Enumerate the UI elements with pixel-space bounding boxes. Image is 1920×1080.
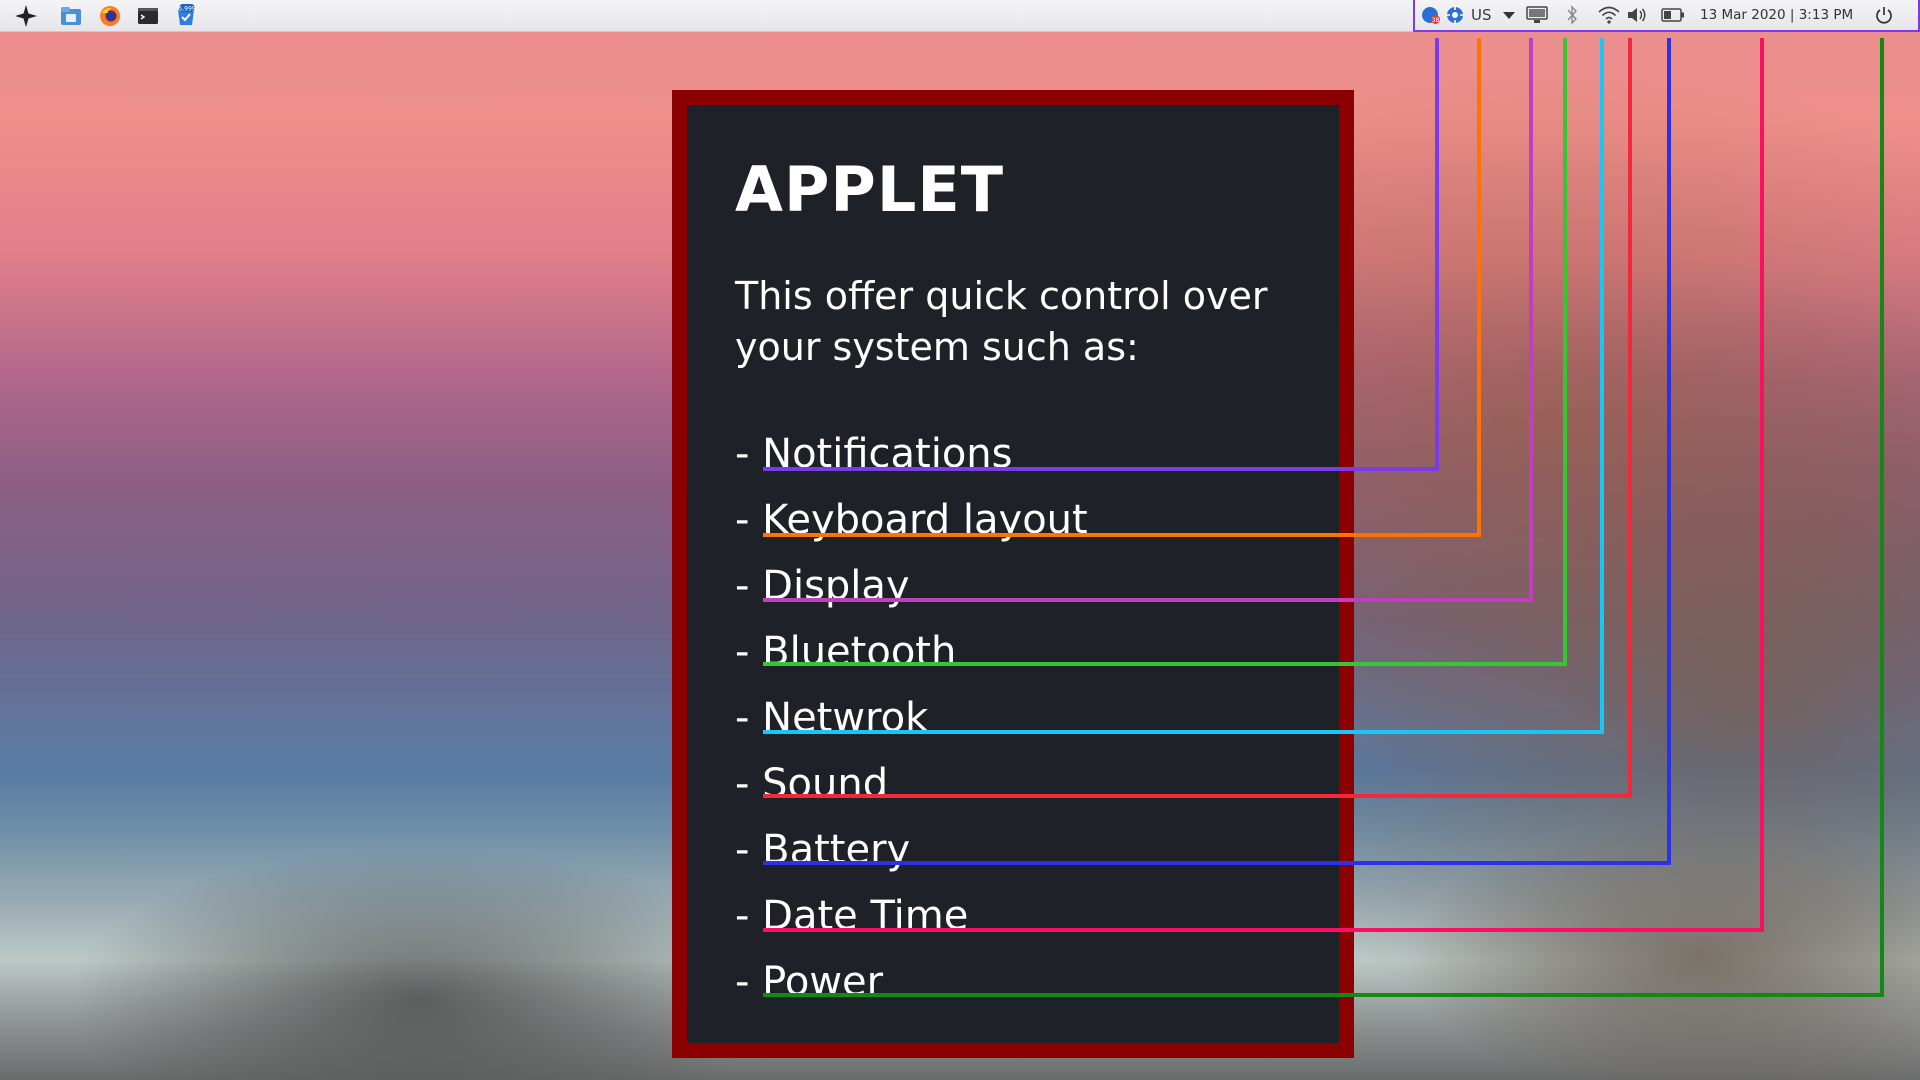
- display-icon[interactable]: [1526, 0, 1548, 30]
- list-item-sound: - Sound: [735, 761, 889, 807]
- top-panel: 5,999 38 US 13 Mar 2020 | 3:13 PM: [0, 0, 1920, 32]
- list-item-network: - Netwrok: [735, 695, 929, 741]
- volume-icon[interactable]: [1626, 0, 1648, 30]
- datetime-label: 13 Mar 2020 | 3:13 PM: [1700, 7, 1854, 23]
- terminal-icon[interactable]: [136, 4, 160, 28]
- bluetooth-icon[interactable]: [1565, 0, 1579, 30]
- card-description: This offer quick control over your syste…: [735, 274, 1268, 369]
- list-item-date-time: - Date Time: [735, 893, 969, 939]
- list-item-display: - Display: [735, 563, 910, 609]
- applications-menu-icon[interactable]: [14, 4, 38, 28]
- file-manager-icon[interactable]: [59, 4, 83, 28]
- list-item-power: - Power: [735, 959, 884, 1005]
- card-title: APPLET: [735, 153, 1005, 226]
- list-item-bluetooth: - Bluetooth: [735, 629, 957, 675]
- update-count-badge: 5,999: [178, 6, 195, 13]
- svg-text:38: 38: [1432, 17, 1440, 24]
- list-item-notifications: - Notifications: [735, 431, 1013, 477]
- chevron-down-icon: [1502, 12, 1515, 19]
- keyboard-layout-icon: [1446, 6, 1464, 24]
- datetime-applet[interactable]: 13 Mar 2020 | 3:13 PM: [1700, 0, 1853, 30]
- software-updater-icon[interactable]: 5,999: [174, 4, 198, 28]
- list-item-battery: - Battery: [735, 827, 911, 873]
- network-wifi-icon[interactable]: [1598, 0, 1620, 30]
- applet-info-card: APPLET This offer quick control over you…: [672, 90, 1354, 1058]
- battery-icon[interactable]: [1661, 0, 1685, 30]
- keyboard-layout-applet[interactable]: US: [1445, 0, 1516, 30]
- power-icon[interactable]: [1874, 0, 1894, 30]
- notifications-icon[interactable]: 38: [1421, 0, 1441, 30]
- list-item-keyboard-layout: - Keyboard layout: [735, 497, 1088, 543]
- keyboard-layout-label: US: [1471, 6, 1492, 24]
- firefox-icon[interactable]: [98, 4, 122, 28]
- applet-tray: 38 US 13 Mar 2020 | 3:13 PM: [1413, 0, 1920, 32]
